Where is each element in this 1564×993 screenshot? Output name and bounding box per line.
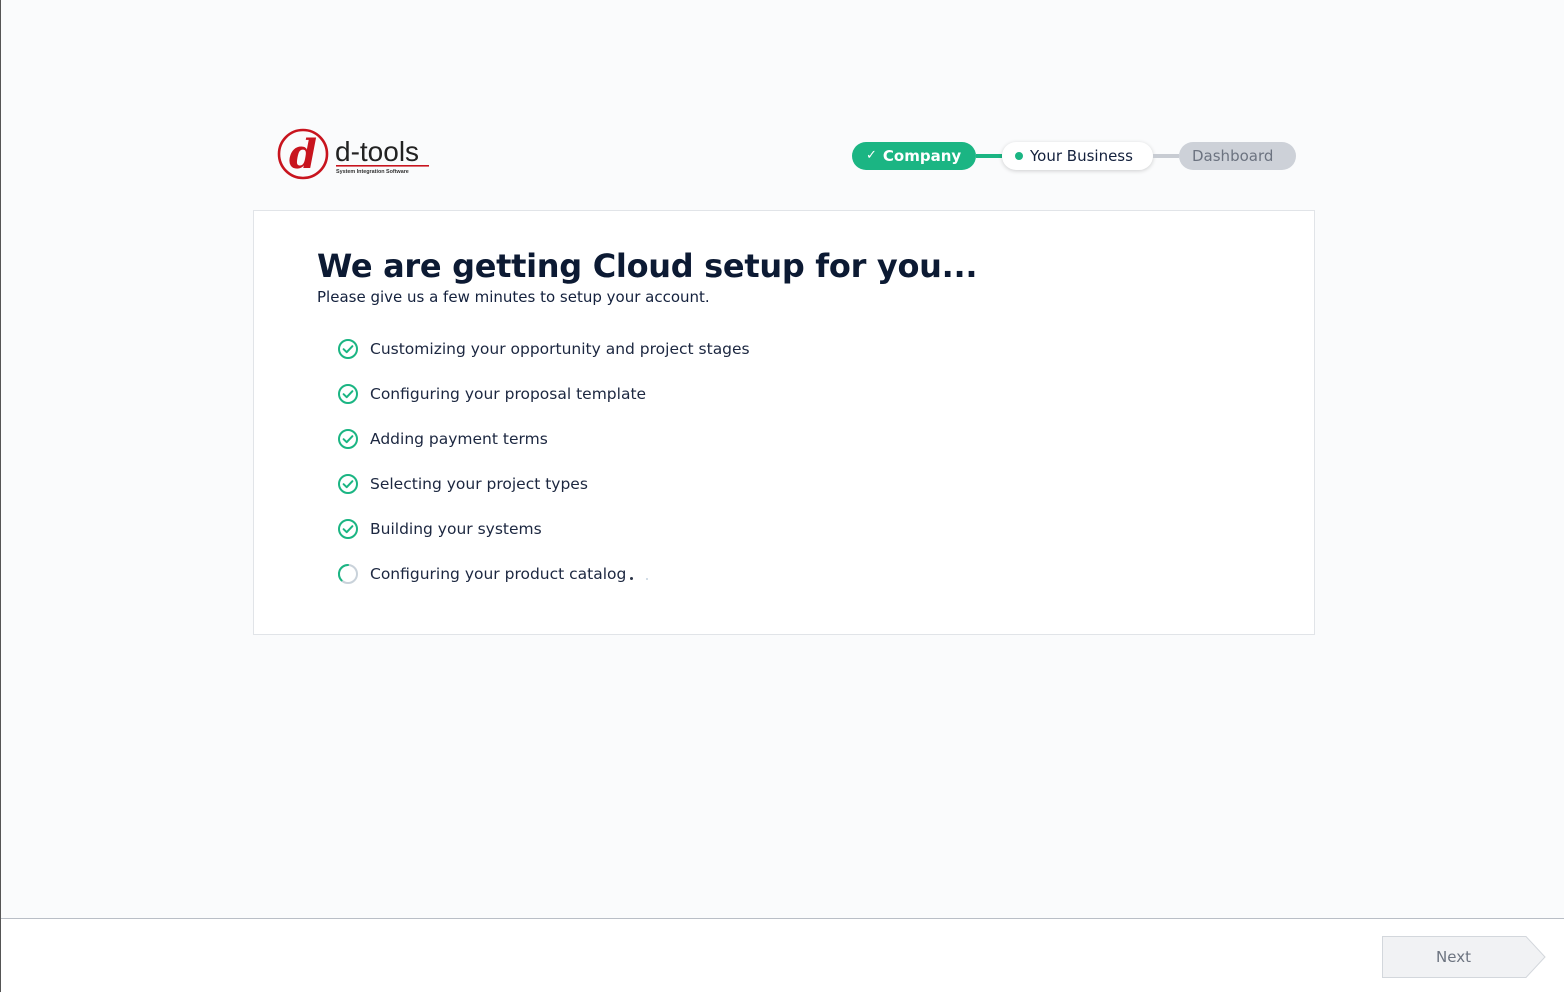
- list-item: Configuring your proposal template: [337, 371, 750, 416]
- check-circle-icon: [337, 338, 359, 360]
- check-circle-icon: [337, 473, 359, 495]
- list-item: Configuring your product catalog: [337, 551, 750, 596]
- step-connector: [1153, 153, 1179, 158]
- check-circle-icon: [337, 518, 359, 540]
- step-connector: [976, 153, 1002, 158]
- task-label: Customizing your opportunity and project…: [370, 339, 750, 358]
- step-dashboard-label: Dashboard: [1192, 146, 1274, 165]
- setup-card: We are getting Cloud setup for you... Pl…: [253, 210, 1315, 635]
- step-company[interactable]: ✓ Company: [852, 141, 976, 170]
- logo-mark: d d-tools System Integration Software: [277, 128, 429, 180]
- step-dashboard: Dashboard: [1179, 141, 1296, 170]
- page-subtitle: Please give us a few minutes to setup yo…: [317, 288, 710, 306]
- logo-name: d-tools: [335, 136, 419, 167]
- current-step-dot-icon: [1015, 151, 1023, 160]
- step-company-label: Company: [882, 146, 962, 165]
- logo-tagline: System Integration Software: [336, 169, 409, 175]
- next-button-label: Next: [1436, 948, 1471, 966]
- d-tools-logo: d d-tools System Integration Software: [277, 124, 437, 186]
- list-item: Customizing your opportunity and project…: [337, 326, 750, 371]
- task-label: Configuring your product catalog: [370, 564, 627, 583]
- setup-task-list: Customizing your opportunity and project…: [337, 326, 750, 596]
- step-your-business-label: Your Business: [1030, 146, 1133, 165]
- loading-dots-icon: [630, 567, 649, 580]
- footer-bar: Next: [1, 918, 1564, 993]
- list-item: Adding payment terms: [337, 416, 750, 461]
- app-window: d d-tools System Integration Software ✓ …: [0, 0, 1564, 993]
- check-circle-icon: [337, 383, 359, 405]
- list-item: Building your systems: [337, 506, 750, 551]
- page-title: We are getting Cloud setup for you...: [317, 247, 978, 285]
- spinner-icon: [337, 563, 359, 585]
- task-label: Selecting your project types: [370, 474, 588, 493]
- task-label: Building your systems: [370, 519, 542, 538]
- task-label: Adding payment terms: [370, 429, 548, 448]
- checkmark-icon: ✓: [866, 148, 877, 163]
- check-circle-icon: [337, 428, 359, 450]
- next-button[interactable]: Next: [1382, 936, 1546, 978]
- logo-letter: d: [289, 131, 317, 178]
- list-item: Selecting your project types: [337, 461, 750, 506]
- step-your-business[interactable]: Your Business: [1002, 141, 1153, 170]
- task-label: Configuring your proposal template: [370, 384, 647, 403]
- progress-stepper: ✓ Company Your Business Dashboard: [852, 141, 1296, 170]
